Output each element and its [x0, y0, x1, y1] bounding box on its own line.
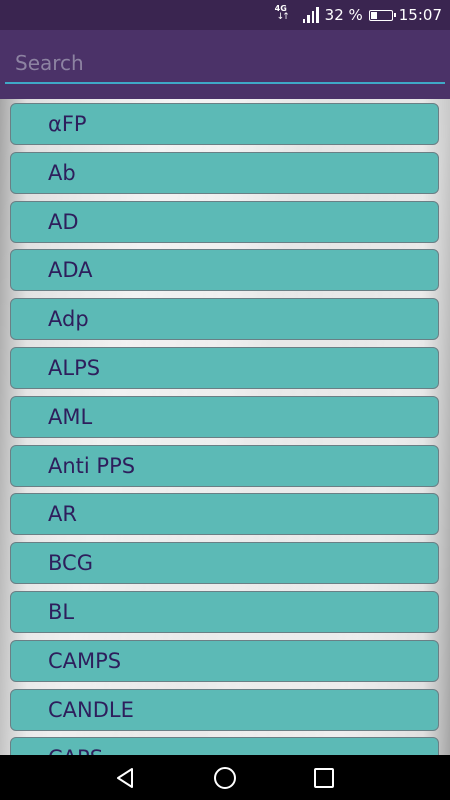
list-item-label: αFP — [48, 112, 87, 136]
list-item[interactable]: AR — [10, 493, 439, 536]
list-item[interactable]: ALPS — [10, 347, 439, 389]
list-item-label: Anti PPS — [48, 453, 136, 478]
list-item-label: AR — [48, 502, 77, 527]
list-item[interactable]: Adp — [10, 298, 439, 341]
data-arrows-icon: ↓↑ — [276, 12, 290, 22]
list-item-label: Adp — [48, 307, 89, 332]
recents-square-icon[interactable] — [312, 766, 336, 790]
list-item[interactable]: CAMPS — [10, 639, 439, 682]
list-item[interactable]: Anti PPS — [10, 444, 439, 487]
list-item[interactable]: BCG — [10, 542, 439, 585]
list-item[interactable]: CANDLE — [10, 688, 439, 731]
mobile-data-icon: 4G ↓↑ — [275, 4, 297, 24]
battery-icon — [368, 9, 396, 21]
list-item[interactable]: BL — [10, 591, 439, 633]
list-item-label: Ab — [48, 160, 76, 185]
home-circle-icon[interactable] — [213, 766, 237, 790]
abbreviation-list[interactable]: αFP Ab AD ADA Adp ALPS AML Anti PPS AR BCG BL CAMPS… — [0, 99, 450, 755]
search-input[interactable] — [5, 44, 445, 84]
clock: 15:07 — [398, 6, 442, 24]
list-item-label: ADA — [48, 258, 93, 283]
list-item[interactable]: CAPS — [10, 737, 439, 755]
back-triangle-icon[interactable] — [113, 766, 137, 790]
list-item-label: CANDLE — [48, 697, 134, 722]
battery-level-fill — [370, 11, 377, 19]
list-item-label: CAMPS — [48, 648, 122, 673]
navigation-bar — [0, 755, 450, 800]
list-item[interactable]: AD — [10, 200, 439, 243]
battery-percent: 32 % — [324, 6, 363, 24]
list-item-label: BCG — [48, 551, 93, 576]
list-item-label: CAPS — [48, 746, 103, 755]
list-item[interactable]: ADA — [10, 249, 439, 292]
list-item[interactable]: AML — [10, 395, 439, 438]
list-item[interactable]: Ab — [10, 151, 439, 194]
status-icons: 4G ↓↑ 32 % 15:07 — [275, 0, 442, 30]
status-bar: 4G ↓↑ 32 % 15:07 — [0, 0, 450, 30]
list-item-label: AD — [48, 209, 79, 234]
list-item-label: ALPS — [48, 356, 101, 380]
signal-strength-icon — [302, 7, 319, 23]
list-item[interactable]: αFP — [10, 103, 439, 145]
list-item-label: AML — [48, 404, 93, 429]
list-item-label: BL — [48, 600, 75, 624]
